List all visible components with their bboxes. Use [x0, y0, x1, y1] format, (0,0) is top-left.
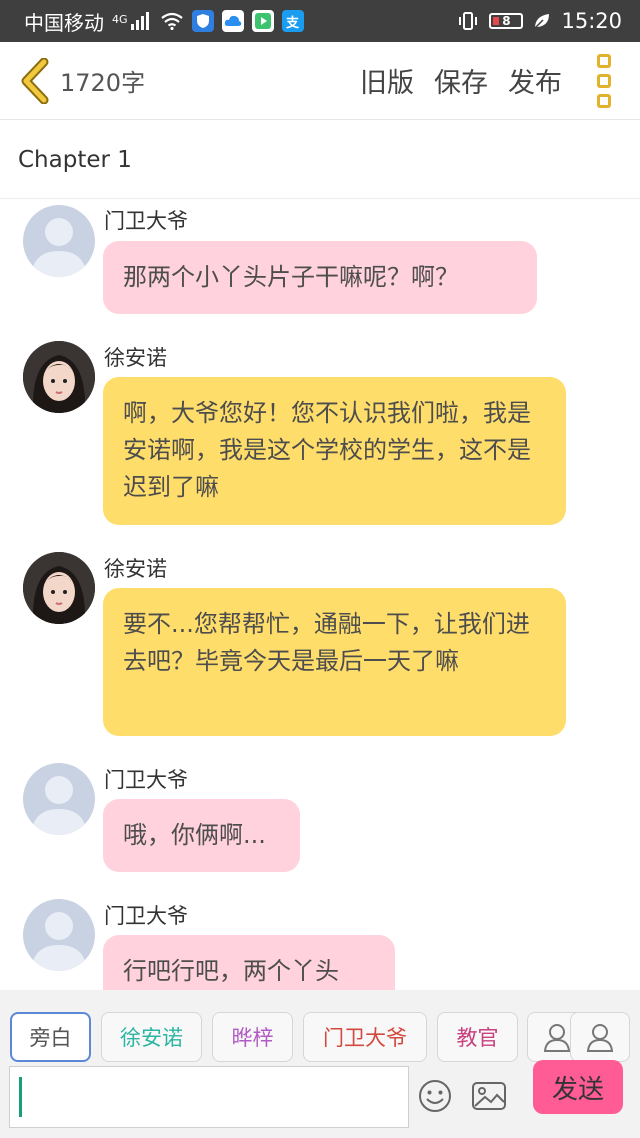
- girl-avatar-icon[interactable]: [23, 341, 95, 413]
- old-version-button[interactable]: 旧版: [360, 61, 414, 100]
- leaf-icon: [533, 12, 551, 30]
- cloud-app-icon: [221, 10, 244, 32]
- menu-dot-icon: [597, 93, 611, 108]
- character-chip-narrator[interactable]: 旁白: [10, 1012, 91, 1062]
- character-chip-yezi[interactable]: 晔梓: [212, 1012, 293, 1062]
- composer-panel: 旁白 徐安诺 晔梓 门卫大爷 教官 发送: [0, 990, 640, 1138]
- chapter-title[interactable]: Chapter 1: [0, 121, 640, 199]
- send-button[interactable]: 发送: [533, 1060, 623, 1114]
- menu-dot-icon: [597, 53, 611, 68]
- battery-icon: 8: [489, 13, 524, 29]
- character-chip-xuanuo[interactable]: 徐安诺: [101, 1012, 202, 1062]
- character-chip-doorman[interactable]: 门卫大爷: [303, 1012, 427, 1062]
- chapter-title-text: Chapter 1: [18, 146, 132, 173]
- speaker-name: 门卫大爷: [104, 768, 188, 792]
- status-bar: 中国移动 4G 支 8 15:20: [0, 0, 640, 42]
- character-selector: 旁白 徐安诺 晔梓 门卫大爷 教官: [10, 1012, 518, 1062]
- alipay-app-icon: 支: [281, 10, 304, 32]
- network-type: 4G: [112, 12, 128, 26]
- message-bubble[interactable]: 哦，你俩啊...: [103, 799, 300, 872]
- message-input[interactable]: [9, 1066, 409, 1128]
- character-chip-label: 门卫大爷: [323, 1026, 407, 1050]
- image-icon: [472, 1082, 506, 1110]
- manage-characters-button[interactable]: [570, 1012, 630, 1062]
- character-chip-instructor[interactable]: 教官: [437, 1012, 518, 1062]
- menu-dot-icon: [597, 73, 611, 88]
- default-avatar-icon[interactable]: [23, 205, 95, 277]
- person-icon: [543, 1024, 571, 1052]
- video-app-icon: [251, 10, 274, 32]
- emoji-button[interactable]: [415, 1076, 455, 1116]
- wifi-icon: [160, 12, 184, 30]
- default-avatar-icon[interactable]: [23, 763, 95, 835]
- message-bubble[interactable]: 行吧行吧，两个丫头: [103, 935, 395, 990]
- editor-toolbar: 1720字 旧版 保存 发布: [0, 42, 640, 120]
- speaker-name: 徐安诺: [104, 346, 167, 370]
- battery-level: 8: [502, 14, 511, 28]
- speaker-name: 门卫大爷: [104, 209, 188, 233]
- message-bubble[interactable]: 要不...您帮帮忙，通融一下，让我们进去吧？毕竟今天是最后一天了嘛: [103, 588, 566, 736]
- character-chip-label: 教官: [456, 1026, 499, 1050]
- girl-avatar-icon[interactable]: [23, 552, 95, 624]
- message-list[interactable]: 门卫大爷 那两个小丫头片子干嘛呢？啊？ 徐安诺 啊，大爷您好！您不认识我们啦，我…: [0, 200, 640, 990]
- text-caret: [19, 1077, 22, 1117]
- default-avatar-icon[interactable]: [23, 899, 95, 971]
- signal-icon: [130, 12, 152, 30]
- emoji-icon: [419, 1080, 451, 1112]
- speaker-name: 徐安诺: [104, 557, 167, 581]
- character-chip-label: 徐安诺: [120, 1026, 183, 1050]
- clock: 15:20: [561, 9, 622, 33]
- back-chevron-icon: [21, 57, 49, 104]
- message-bubble[interactable]: 啊，大爷您好！您不认识我们啦，我是安诺啊，我是这个学校的学生，这不是迟到了嘛: [103, 377, 566, 525]
- vibrate-icon: [457, 11, 479, 31]
- speaker-name: 门卫大爷: [104, 904, 188, 928]
- character-chip-label: 旁白: [29, 1026, 72, 1050]
- shield-app-icon: [191, 10, 214, 32]
- carrier-label: 中国移动: [24, 10, 104, 35]
- word-count: 1720字: [60, 69, 146, 97]
- send-button-label: 发送: [551, 1074, 604, 1105]
- image-button[interactable]: [469, 1076, 509, 1116]
- more-menu-button[interactable]: [584, 42, 624, 120]
- message-bubble[interactable]: 那两个小丫头片子干嘛呢？啊？: [103, 241, 537, 314]
- person-icon: [586, 1024, 614, 1052]
- save-button[interactable]: 保存: [434, 61, 488, 100]
- character-chip-label: 晔梓: [231, 1026, 274, 1050]
- publish-button[interactable]: 发布: [508, 61, 562, 100]
- back-button[interactable]: [10, 42, 60, 120]
